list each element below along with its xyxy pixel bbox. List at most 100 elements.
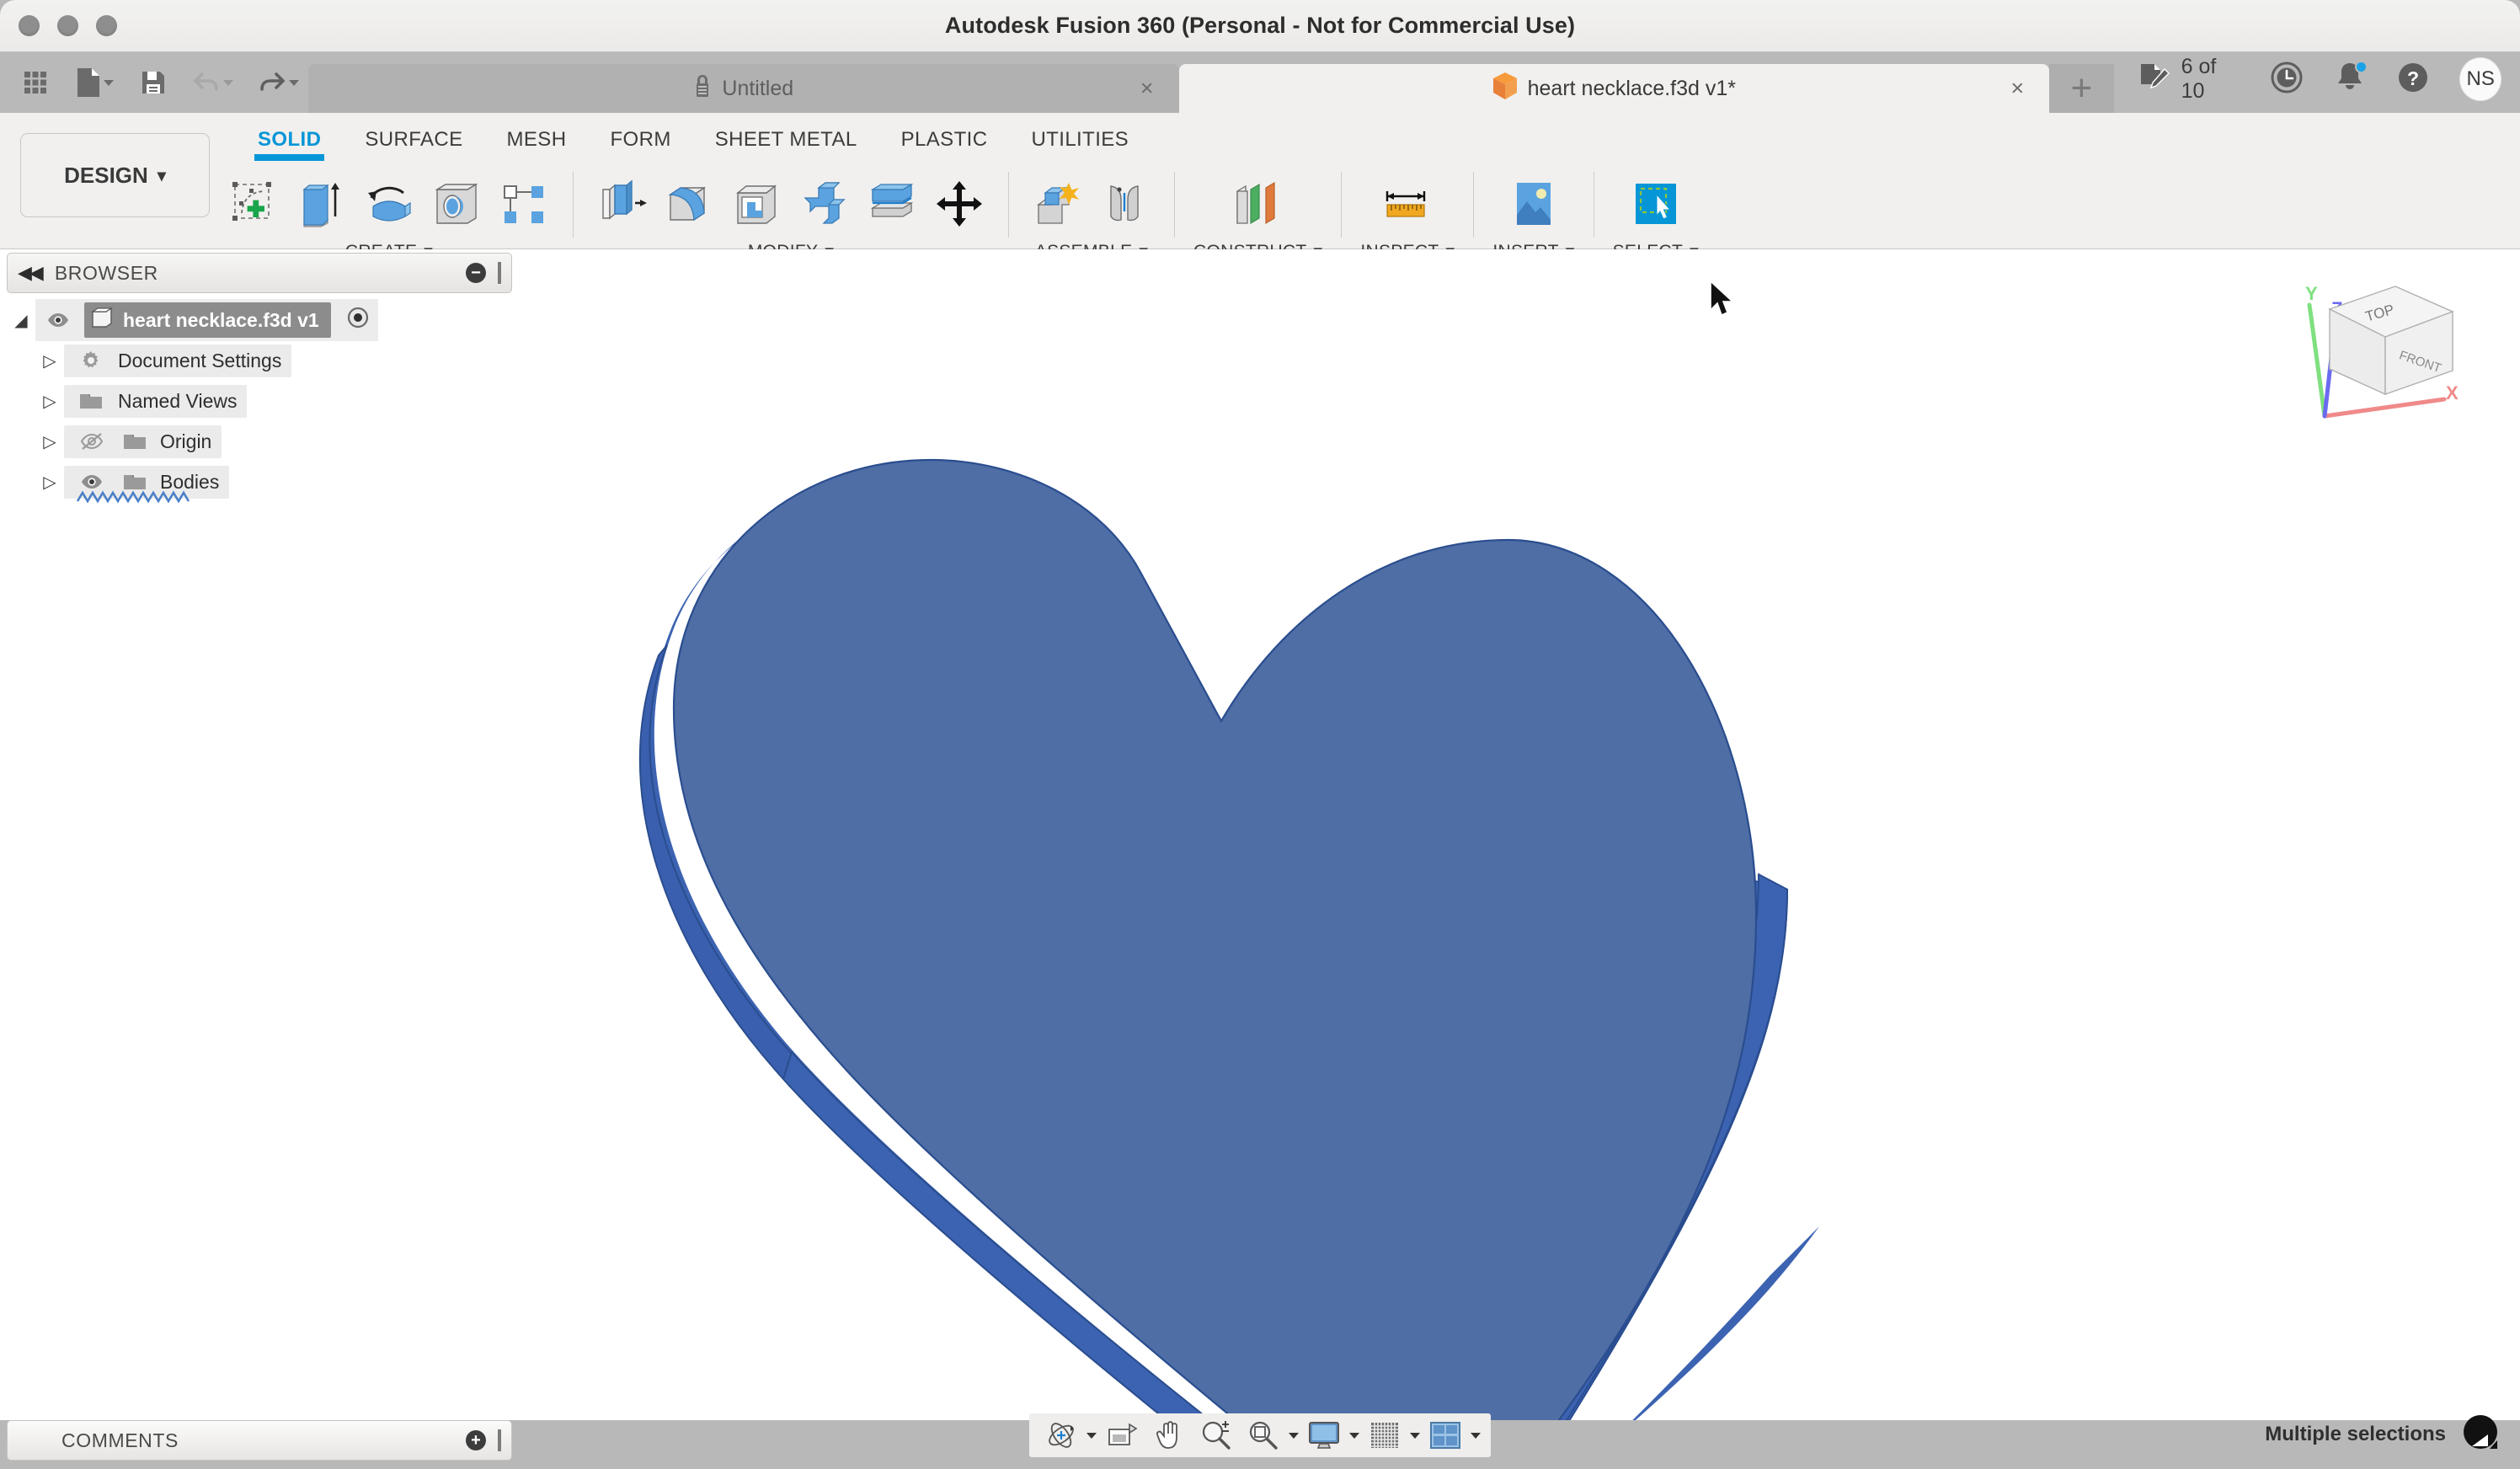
ribbon-group-modify: MODIFY ▾ <box>585 168 996 262</box>
status-message: Multiple selections <box>2265 1423 2446 1446</box>
insert-image-icon[interactable] <box>1503 172 1564 236</box>
save-icon[interactable] <box>130 58 177 107</box>
chevron-down-icon[interactable] <box>1349 1433 1359 1439</box>
redo-icon[interactable] <box>248 58 308 107</box>
help-icon[interactable]: ? <box>2395 60 2431 99</box>
measure-icon[interactable] <box>1377 172 1438 236</box>
hole-icon[interactable] <box>426 172 487 236</box>
chevron-down-icon[interactable] <box>1410 1433 1420 1439</box>
tab-heart-necklace[interactable]: heart necklace.f3d v1* × <box>1179 64 2050 113</box>
tree-item-origin[interactable]: ▷ Origin <box>7 421 512 462</box>
view-cube[interactable]: Y X Z TOP FRONT <box>2301 271 2478 419</box>
create-sketch-icon[interactable] <box>224 172 285 236</box>
ribbon-tab-form[interactable]: FORM <box>588 115 692 158</box>
eye-hidden-icon[interactable] <box>74 432 109 451</box>
ribbon-tab-utilities[interactable]: UTILITIES <box>1009 115 1151 158</box>
extrude-icon[interactable] <box>291 172 352 236</box>
ribbon: DESIGN ▾ SOLID SURFACE MESH FORM SHEET M… <box>0 113 2520 249</box>
expand-arrow-icon[interactable]: ▷ <box>35 472 64 493</box>
new-component-icon[interactable] <box>1028 172 1088 236</box>
combine-icon[interactable] <box>794 172 855 236</box>
workspace-label: DESIGN <box>64 163 148 189</box>
press-pull-icon[interactable] <box>592 172 653 236</box>
folder-bodies-icon <box>118 472 152 492</box>
clock-icon[interactable] <box>2269 60 2304 99</box>
new-tab-button[interactable]: + <box>2049 64 2114 113</box>
resize-grip-icon[interactable] <box>498 1429 501 1451</box>
select-window-icon[interactable] <box>1626 172 1686 236</box>
expand-arrow-icon[interactable]: ▷ <box>35 391 64 412</box>
move-copy-icon[interactable] <box>929 172 990 236</box>
chevron-down-icon[interactable] <box>223 80 233 86</box>
fusion360-window: Autodesk Fusion 360 (Personal - Not for … <box>0 0 2520 1469</box>
offset-plane-icon[interactable] <box>1228 172 1289 236</box>
revolve-icon[interactable] <box>359 172 419 236</box>
ribbon-tab-surface[interactable]: SURFACE <box>343 115 484 158</box>
collapse-left-icon[interactable]: ◀◀ <box>18 262 41 284</box>
ribbon-tab-plastic[interactable]: PLASTIC <box>879 115 1010 158</box>
expand-arrow-icon[interactable]: ◢ <box>7 310 35 331</box>
expand-arrow-icon[interactable]: ▷ <box>35 350 64 371</box>
maximize-button[interactable] <box>96 15 117 36</box>
avatar[interactable]: NS <box>2459 57 2501 101</box>
orbit-icon[interactable] <box>1039 1415 1083 1456</box>
expand-arrow-icon[interactable]: ▷ <box>35 431 64 452</box>
chevron-down-icon[interactable] <box>1289 1433 1299 1439</box>
workspace-switcher-button[interactable]: DESIGN ▾ <box>20 133 210 217</box>
tree-item-label: Document Settings <box>118 350 281 372</box>
autodesk-logo-icon[interactable] <box>2463 1414 2498 1454</box>
shell-icon[interactable] <box>727 172 788 236</box>
chevron-down-icon[interactable] <box>104 80 114 86</box>
window-controls[interactable] <box>19 15 117 36</box>
tree-item-document-settings[interactable]: ▷ Document Settings <box>7 340 512 381</box>
comments-title: COMMENTS <box>61 1429 179 1452</box>
tree-item-bodies[interactable]: ▷ Bodies <box>7 462 512 502</box>
add-comment-icon[interactable]: + <box>466 1430 486 1450</box>
chevron-down-icon[interactable] <box>1086 1433 1097 1439</box>
resize-grip-icon[interactable] <box>498 262 501 284</box>
fit-icon[interactable] <box>1241 1415 1285 1456</box>
ribbon-group-assemble: ASSEMBLE ▾ <box>1021 168 1162 262</box>
bell-icon[interactable] <box>2333 60 2367 99</box>
eye-visible-icon[interactable] <box>40 312 76 329</box>
minimize-button[interactable] <box>57 15 78 36</box>
close-button[interactable] <box>19 15 40 36</box>
tree-item-named-views[interactable]: ▷ Named Views <box>7 381 512 421</box>
chevron-down-icon[interactable] <box>289 80 299 86</box>
look-at-icon[interactable] <box>1100 1415 1144 1456</box>
tab-close-icon[interactable]: × <box>1140 76 1154 102</box>
display-settings-icon[interactable] <box>1302 1415 1346 1456</box>
zoom-icon[interactable] <box>1194 1415 1238 1456</box>
tab-close-icon[interactable]: × <box>2010 76 2024 102</box>
minimize-panel-icon[interactable]: − <box>466 263 486 283</box>
ribbon-group-insert: INSERT ▾ <box>1486 168 1581 262</box>
viewport-layout-icon[interactable] <box>1423 1415 1467 1456</box>
grid-snaps-icon[interactable] <box>1363 1415 1407 1456</box>
eye-visible-icon[interactable] <box>74 473 109 490</box>
chevron-down-icon[interactable]: ▾ <box>158 165 166 186</box>
ribbon-tab-solid[interactable]: SOLID <box>236 115 343 158</box>
grid-apps-icon[interactable] <box>12 58 59 107</box>
ribbon-tab-sheet-metal[interactable]: SHEET METAL <box>693 115 879 158</box>
gear-icon <box>74 350 108 371</box>
fusion-cube-icon <box>1492 72 1518 106</box>
tab-bar-right: 6 of 10 ? NS <box>2114 52 2520 113</box>
undo-icon[interactable] <box>182 58 243 107</box>
pattern-icon[interactable] <box>494 172 554 236</box>
new-file-icon[interactable] <box>64 58 125 107</box>
document-icon <box>91 307 113 334</box>
status-bar: Multiple selections <box>2265 1414 2498 1454</box>
job-status[interactable]: 6 of 10 <box>2139 55 2241 104</box>
joint-icon[interactable] <box>1095 172 1156 236</box>
tab-untitled[interactable]: Untitled × <box>308 64 1179 113</box>
pan-icon[interactable] <box>1147 1415 1191 1456</box>
radio-active-icon[interactable] <box>346 306 370 334</box>
chevron-down-icon[interactable] <box>1471 1433 1481 1439</box>
fillet-icon[interactable] <box>659 172 720 236</box>
lock-icon <box>693 74 712 104</box>
tree-item-root[interactable]: ◢ heart necklace.f3d v1 <box>7 300 512 340</box>
ribbon-tab-mesh[interactable]: MESH <box>485 115 589 158</box>
comments-panel-header: COMMENTS + <box>7 1420 512 1461</box>
group-divider <box>1341 172 1342 238</box>
split-body-icon[interactable] <box>862 172 922 236</box>
